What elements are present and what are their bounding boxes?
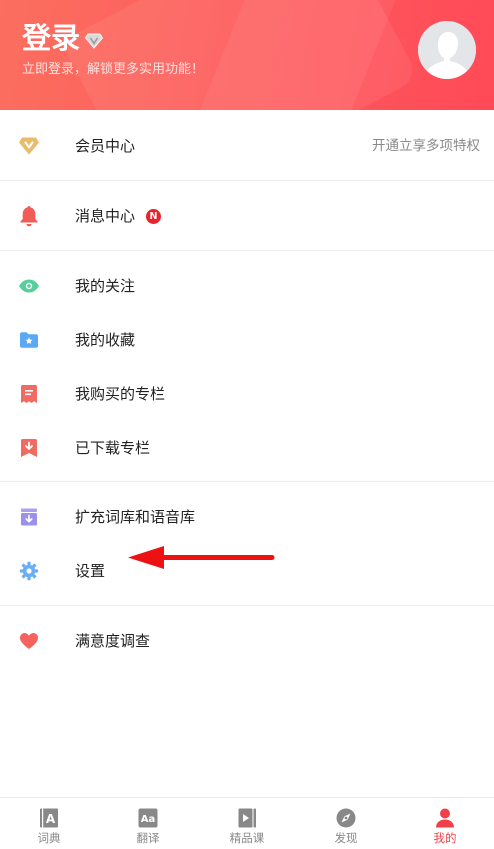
avatar[interactable]	[418, 21, 476, 79]
course-icon	[238, 808, 256, 828]
gear-icon	[18, 560, 40, 582]
vip-gem-icon	[85, 33, 104, 49]
bell-icon	[18, 205, 40, 227]
menu-label: 我购买的专栏	[75, 385, 166, 403]
vip-diamond-icon	[18, 135, 40, 157]
tab-label: 精品课	[229, 831, 265, 845]
svg-text:Aa: Aa	[141, 814, 156, 825]
menu-label: 扩充词库和语音库	[75, 508, 196, 526]
dictionary-icon: A	[40, 808, 58, 828]
tab-label: 翻译	[136, 831, 160, 845]
menu-item-messages[interactable]: 消息中心 N	[0, 189, 494, 243]
divider	[0, 250, 494, 251]
annotation-arrow-icon	[128, 546, 275, 569]
download-bookmark-icon	[18, 437, 40, 459]
tab-profile[interactable]: 我的	[396, 798, 494, 849]
login-title-row[interactable]: 登录	[22, 20, 104, 56]
profile-icon	[436, 808, 454, 828]
tab-label: 我的	[433, 831, 457, 845]
menu-item-downloaded-columns[interactable]: 已下载专栏	[0, 421, 494, 475]
discover-compass-icon	[336, 808, 356, 828]
menu-item-following[interactable]: 我的关注	[0, 259, 494, 313]
default-avatar-icon	[418, 21, 476, 79]
tab-translate[interactable]: Aa 翻译	[99, 798, 197, 849]
receipt-icon	[18, 383, 40, 405]
menu-item-purchased-columns[interactable]: 我购买的专栏	[0, 367, 494, 421]
new-badge: N	[146, 209, 161, 224]
tab-dictionary[interactable]: A 词典	[0, 798, 98, 849]
menu-label: 消息中心	[75, 207, 136, 225]
menu-label: 我的收藏	[75, 331, 136, 349]
menu-label: 满意度调查	[75, 632, 151, 650]
menu-label: 会员中心	[75, 137, 136, 155]
svg-text:A: A	[46, 812, 56, 826]
menu-item-membership[interactable]: 会员中心 开通立享多项特权	[0, 119, 494, 173]
tab-discover[interactable]: 发现	[297, 798, 395, 849]
bottom-tab-bar: A 词典 Aa 翻译 精品课 发现 我的	[0, 797, 494, 849]
translate-icon: Aa	[138, 808, 158, 828]
menu-item-satisfaction-survey[interactable]: 满意度调查	[0, 614, 494, 668]
heart-icon	[18, 630, 40, 652]
menu-label: 已下载专栏	[75, 439, 151, 457]
library-box-icon	[18, 506, 40, 528]
divider	[0, 605, 494, 606]
menu-label: 设置	[75, 562, 106, 580]
tab-label: 词典	[37, 831, 61, 845]
eye-icon	[18, 275, 40, 297]
menu-label: 我的关注	[75, 277, 136, 295]
menu-item-favorites[interactable]: 我的收藏	[0, 313, 494, 367]
login-header[interactable]: 登录 立即登录，解锁更多实用功能！	[0, 0, 494, 110]
divider	[0, 180, 494, 181]
membership-hint: 开通立享多项特权	[372, 138, 480, 154]
login-subtitle: 立即登录，解锁更多实用功能！	[22, 62, 205, 77]
divider	[0, 481, 494, 482]
tab-label: 发现	[334, 831, 358, 845]
tab-courses[interactable]: 精品课	[198, 798, 296, 849]
menu-item-expand-library[interactable]: 扩充词库和语音库	[0, 490, 494, 544]
star-folder-icon	[18, 329, 40, 351]
login-title[interactable]: 登录	[22, 20, 80, 56]
